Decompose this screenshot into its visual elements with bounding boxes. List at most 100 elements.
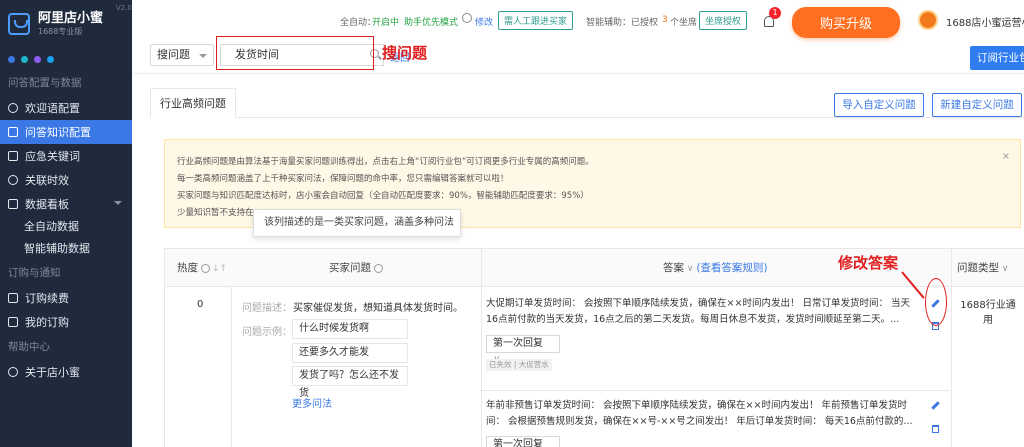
heat-value: 0 (197, 299, 204, 310)
info-icon (374, 263, 383, 273)
header-type[interactable]: 问题类型 ∨ (957, 249, 1008, 287)
chevron-down-icon: ∨ (999, 264, 1009, 274)
dot-icon[interactable] (8, 55, 15, 63)
sidebar-item-label: 问答知识配置 (25, 126, 91, 139)
sidebar-item-auto-data[interactable]: 全自动数据 (0, 216, 132, 238)
app-version: V2.0 (116, 4, 132, 12)
order-icon (8, 317, 18, 327)
smart-assist-unit: 个坐席 (670, 18, 698, 28)
sidebar-item-label: 应急关键词 (25, 150, 80, 163)
sidebar-item-about[interactable]: 关于店小蜜 (0, 360, 132, 384)
full-auto-status: 开启中 (372, 18, 400, 28)
tooltip: 该列描述的是一类买家问题，涵盖多种问法 (253, 209, 461, 237)
sort-icon[interactable]: ↓↑ (212, 250, 227, 288)
reply-select-value: 第一次回复 (493, 439, 543, 447)
header-heat[interactable]: 热度 ↓↑ (177, 249, 227, 287)
dot-icon[interactable] (34, 55, 41, 63)
trash-icon[interactable] (932, 425, 939, 433)
import-question-button[interactable]: 导入自定义问题 (834, 93, 924, 117)
sidebar-item-label: 数据看板 (25, 198, 69, 211)
cart-icon (8, 293, 18, 303)
app-name: 阿里店小蜜 (38, 11, 104, 26)
header-answer: 答案 ∨ (查看答案规则) (663, 249, 768, 287)
subscribe-industry-button[interactable]: 订阅行业包 (970, 46, 1024, 70)
group-title-help: 帮助中心 (8, 341, 50, 353)
question-type-value: 1688行业通用 (960, 300, 1016, 326)
desc-value: 买家催促发货，想知道具体发货时间。 (293, 303, 463, 314)
info-icon (8, 367, 18, 377)
column-divider (951, 249, 952, 447)
theme-dots (0, 48, 132, 70)
desc-label: 问题描述： (242, 303, 292, 314)
keyword-icon (8, 151, 18, 161)
avatar[interactable] (918, 10, 938, 30)
book-icon (8, 127, 18, 137)
header-question-label: 买家问题 (329, 262, 371, 274)
sidebar-item-effectiveness[interactable]: 关联时效 (0, 168, 132, 192)
answer-text: 大促期订单发货时间： 会按照下单顺序陆续发货，确保在××时间内发出！ 日常订单发… (486, 298, 910, 325)
logo-icon (8, 13, 30, 35)
sidebar: 阿里店小蜜 1688专业版 V2.0 问答配置与数据 欢迎语配置 问答知识配置 … (0, 0, 132, 447)
header-question: 买家问题 (329, 249, 383, 287)
upgrade-button[interactable]: 购买升级 (792, 7, 901, 38)
annotation-modify-answer: 修改答案 (838, 254, 899, 272)
reply-select[interactable]: 第一次回复 ∨ (486, 436, 560, 447)
chart-icon (8, 199, 18, 209)
sidebar-item-label: 订购续费 (25, 292, 69, 305)
smart-assist-count: 3 (662, 15, 668, 25)
sidebar-item-qa-knowledge[interactable]: 问答知识配置 (0, 120, 132, 144)
sidebar-item-assist-data[interactable]: 智能辅助数据 (0, 238, 132, 260)
info-icon (201, 263, 210, 273)
example-question[interactable]: 还要多久才能发 (292, 343, 408, 363)
reply-select-value: 第一次回复 (493, 338, 543, 349)
modify-link[interactable]: 修改 (475, 15, 493, 28)
bell-icon[interactable]: 1 (764, 7, 781, 27)
sidebar-item-label: 我的订购 (25, 316, 69, 329)
notice-line: 每一类高频问题涵盖了上千种买家问法，保障问题的命中率，您只需编辑答案就可以啦！ (177, 174, 509, 184)
sidebar-item-label: 欢迎语配置 (25, 102, 80, 115)
dot-icon[interactable] (47, 55, 54, 63)
header-type-label: 问题类型 (957, 262, 999, 274)
info-icon (462, 13, 472, 23)
tab-industry-faq[interactable]: 行业高频问题 (150, 88, 236, 118)
manual-followup-button[interactable]: 需人工跟进买家 (498, 11, 574, 30)
app-edition: 1688专业版 (38, 27, 83, 36)
annotation-search: 搜问题 (382, 44, 428, 62)
dot-icon[interactable] (21, 55, 28, 63)
status-tag: 已失效 | 大促营水 (486, 359, 552, 371)
search-type-select[interactable]: 搜问题 (150, 44, 214, 66)
chat-icon (8, 103, 18, 113)
close-icon[interactable]: × (1002, 148, 1010, 165)
account-name[interactable]: 1688店小蜜运营小 (946, 14, 1024, 29)
smart-assist-label: 智能辅助：已授权 (586, 18, 659, 28)
sidebar-item-emergency[interactable]: 应急关键词 (0, 144, 132, 168)
group-title-orders: 订购与通知 (8, 267, 61, 279)
more-phrasings-link[interactable]: 更多问法 (292, 395, 332, 410)
notice-line: 买家问题与知识匹配度达标时，店小蜜会自动回复（全自动匹配度要求：90%，智能辅助… (177, 191, 589, 201)
example-question[interactable]: 什么时候发货啊 (292, 319, 408, 339)
sidebar-item-order-renew[interactable]: 订购续费 (0, 286, 132, 310)
logo-area[interactable]: 阿里店小蜜 1688专业版 V2.0 (0, 0, 132, 48)
chevron-down-icon (114, 201, 122, 205)
sidebar-item-welcome[interactable]: 欢迎语配置 (0, 96, 132, 120)
column-divider (481, 249, 482, 447)
tab-divider (236, 117, 1024, 118)
search-type-value: 搜问题 (157, 48, 190, 61)
chevron-down-icon (199, 54, 207, 58)
answer-divider (480, 390, 950, 391)
answer-rules-link[interactable]: (查看答案规则) (696, 262, 767, 274)
seat-auth-button[interactable]: 坐席授权 (699, 11, 748, 30)
sidebar-item-dashboard[interactable]: 数据看板 (0, 192, 132, 216)
header-answer-label: 答案 (663, 262, 684, 274)
annotation-box-search (216, 36, 374, 70)
column-divider (231, 287, 232, 447)
example-label: 问题示例： (242, 327, 292, 338)
example-question[interactable]: 发货了吗？怎么还不发货 (292, 366, 408, 399)
annotation-circle (925, 278, 947, 326)
sidebar-item-my-orders[interactable]: 我的订购 (0, 310, 132, 334)
chevron-down-icon[interactable]: ∨ (684, 264, 696, 274)
notification-badge: 1 (769, 7, 781, 19)
new-question-button[interactable]: 新建自定义问题 (932, 93, 1022, 117)
top-bar: 全自动： 开启中 助手优先模式 修改 需人工跟进买家 智能辅助：已授权 3 个坐… (132, 0, 1024, 40)
reply-select[interactable]: 第一次回复 ∨ (486, 335, 560, 365)
